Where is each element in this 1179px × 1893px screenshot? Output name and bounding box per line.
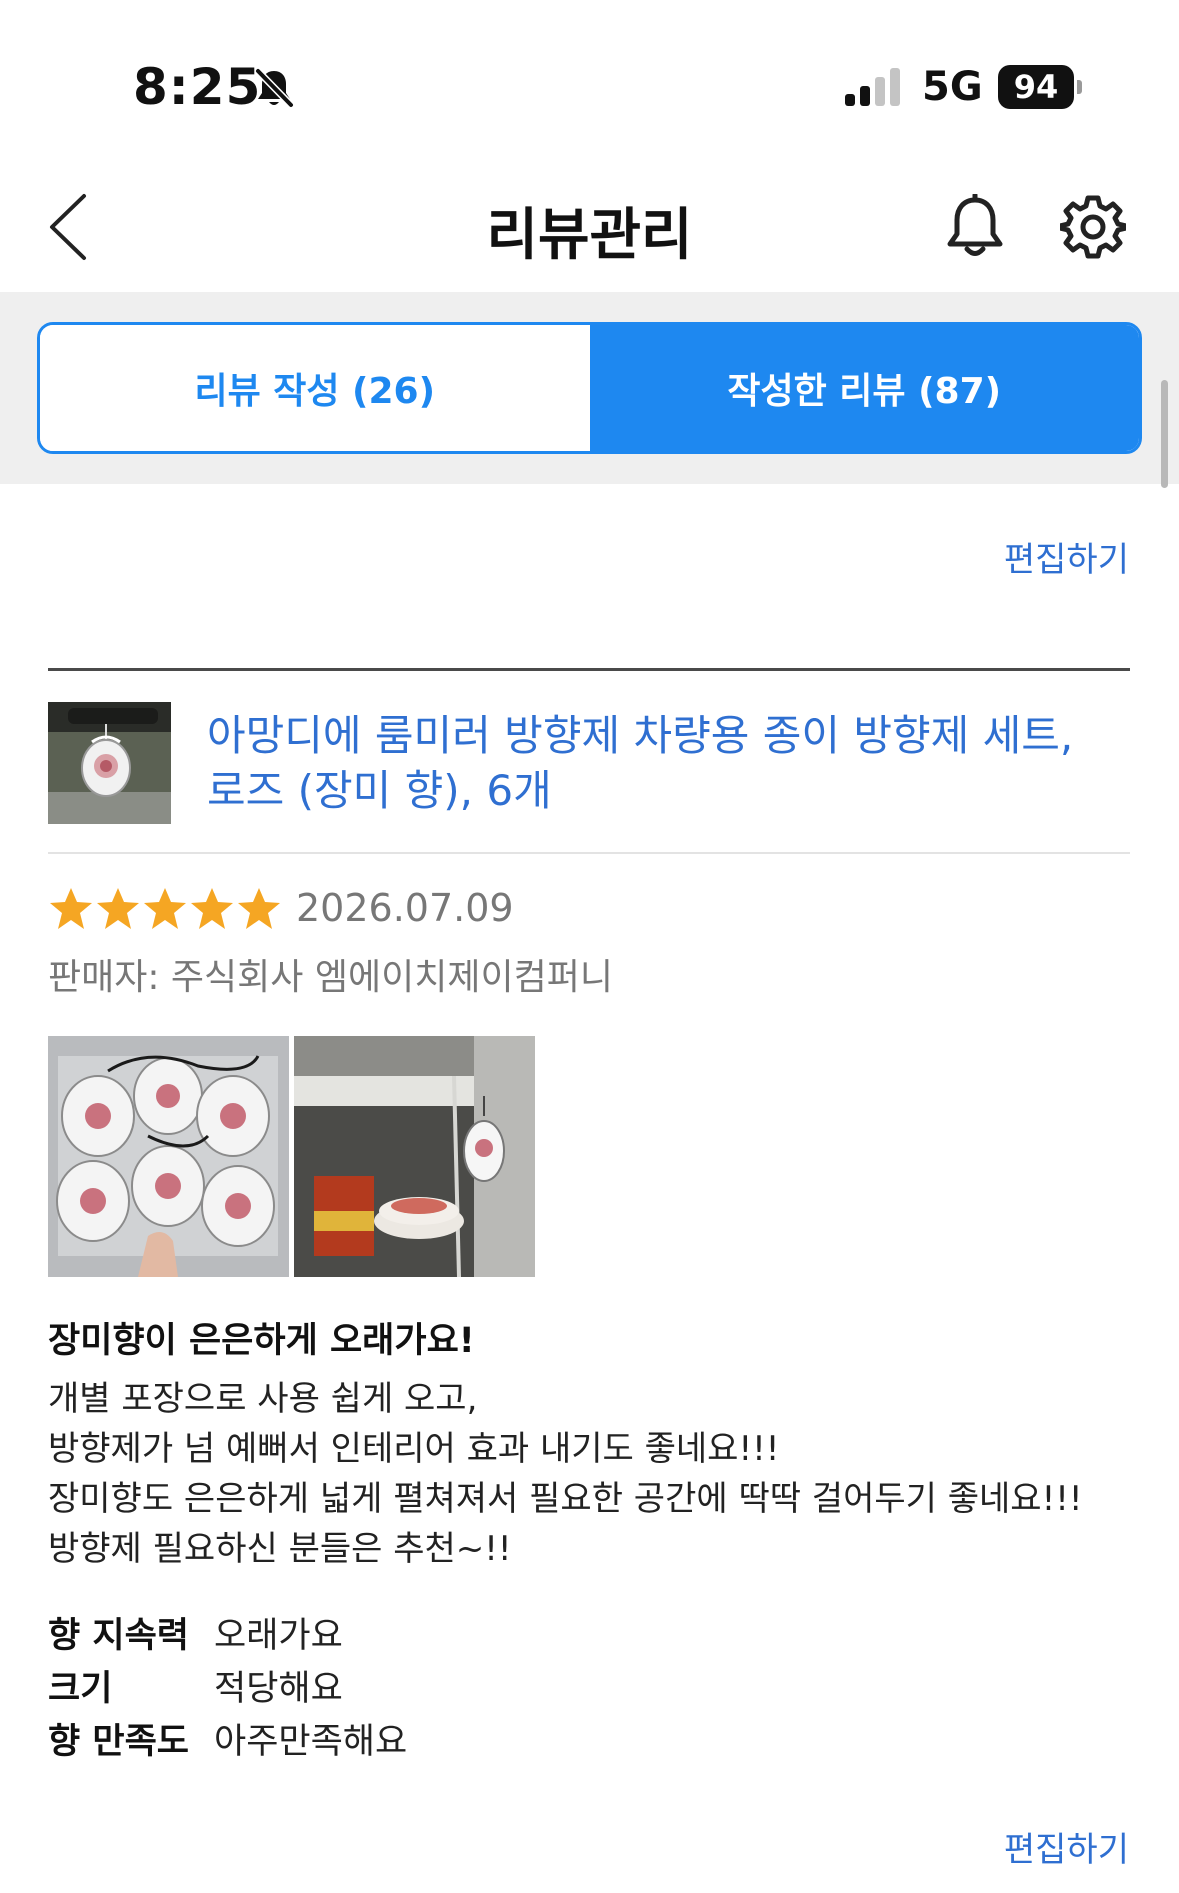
review-headline: 장미향이 은은하게 오래가요! [48, 1321, 475, 1361]
review-photo[interactable] [294, 1036, 535, 1277]
status-time: 8:25 [133, 58, 262, 116]
attribute-label: 향 만족도 [48, 1722, 189, 1762]
attribute-value: 아주만족해요 [214, 1722, 408, 1762]
review-attributes: 향 지속력 오래가요 크기 적당해요 향 만족도 아주만족해요 [48, 1606, 407, 1765]
signal-strength-icon [845, 68, 900, 106]
review-body-line: 방향제 필요하신 분들은 추천~!! [48, 1529, 512, 1569]
review-body-line: 개별 포장으로 사용 쉽게 오고, [48, 1379, 478, 1419]
tab-write-review[interactable]: 리뷰 작성 (26) [40, 325, 590, 451]
battery-nub [1077, 80, 1082, 94]
notification-bell-icon[interactable] [944, 194, 1006, 260]
attribute-row: 향 만족도 아주만족해요 [48, 1712, 407, 1765]
star-icon [50, 888, 92, 929]
attribute-value: 적당해요 [214, 1669, 343, 1709]
product-divider [48, 852, 1130, 854]
review-management-screen: 8:25 5G 94 리뷰관리 리뷰 작성 (26) 작성한 리뷰 (87) 편… [0, 0, 1179, 1893]
scrollbar[interactable] [1161, 380, 1168, 488]
network-type: 5G [922, 64, 983, 110]
star-icon [238, 888, 280, 929]
nav-header: 리뷰관리 [0, 150, 1179, 292]
review-body: 개별 포장으로 사용 쉽게 오고, 방향제가 넘 예뻐서 인테리어 효과 내기도… [48, 1374, 1138, 1574]
star-icon [97, 888, 139, 929]
product-name-link[interactable]: 아망디에 룸미러 방향제 차량용 종이 방향제 세트, 로즈 (장미 향), 6… [207, 708, 1107, 818]
battery-indicator: 94 [998, 65, 1074, 109]
tab-written-reviews[interactable]: 작성한 리뷰 (87) [589, 325, 1139, 451]
review-date: 2026.07.09 [296, 886, 514, 930]
review-body-line: 방향제가 넘 예뻐서 인테리어 효과 내기도 좋네요!!! [48, 1429, 780, 1469]
edit-review-link-bottom[interactable]: 편집하기 [1004, 1822, 1129, 1871]
tab-band: 리뷰 작성 (26) 작성한 리뷰 (87) [0, 292, 1179, 484]
star-icon [191, 888, 233, 929]
attribute-label: 향 지속력 [48, 1616, 189, 1656]
attribute-value: 오래가요 [214, 1616, 343, 1656]
star-rating [48, 886, 283, 932]
section-divider [48, 668, 1130, 671]
attribute-row: 크기 적당해요 [48, 1659, 407, 1712]
review-photo[interactable] [48, 1036, 289, 1277]
review-body-line: 장미향도 은은하게 넓게 펼쳐져서 필요한 공간에 딱딱 걸어두기 좋네요!!! [48, 1479, 1083, 1519]
bell-muted-icon [254, 67, 295, 109]
seller-name: 판매자: 주식회사 엠에이치제이컴퍼니 [48, 957, 613, 998]
status-bar: 8:25 5G 94 [0, 0, 1179, 150]
settings-gear-icon[interactable] [1060, 194, 1126, 260]
attribute-row: 향 지속력 오래가요 [48, 1606, 407, 1659]
attribute-label: 크기 [48, 1669, 113, 1709]
product-thumbnail[interactable] [48, 702, 171, 824]
star-icon [144, 888, 186, 929]
edit-review-link[interactable]: 편집하기 [1004, 532, 1129, 581]
review-tabs: 리뷰 작성 (26) 작성한 리뷰 (87) [37, 322, 1142, 454]
